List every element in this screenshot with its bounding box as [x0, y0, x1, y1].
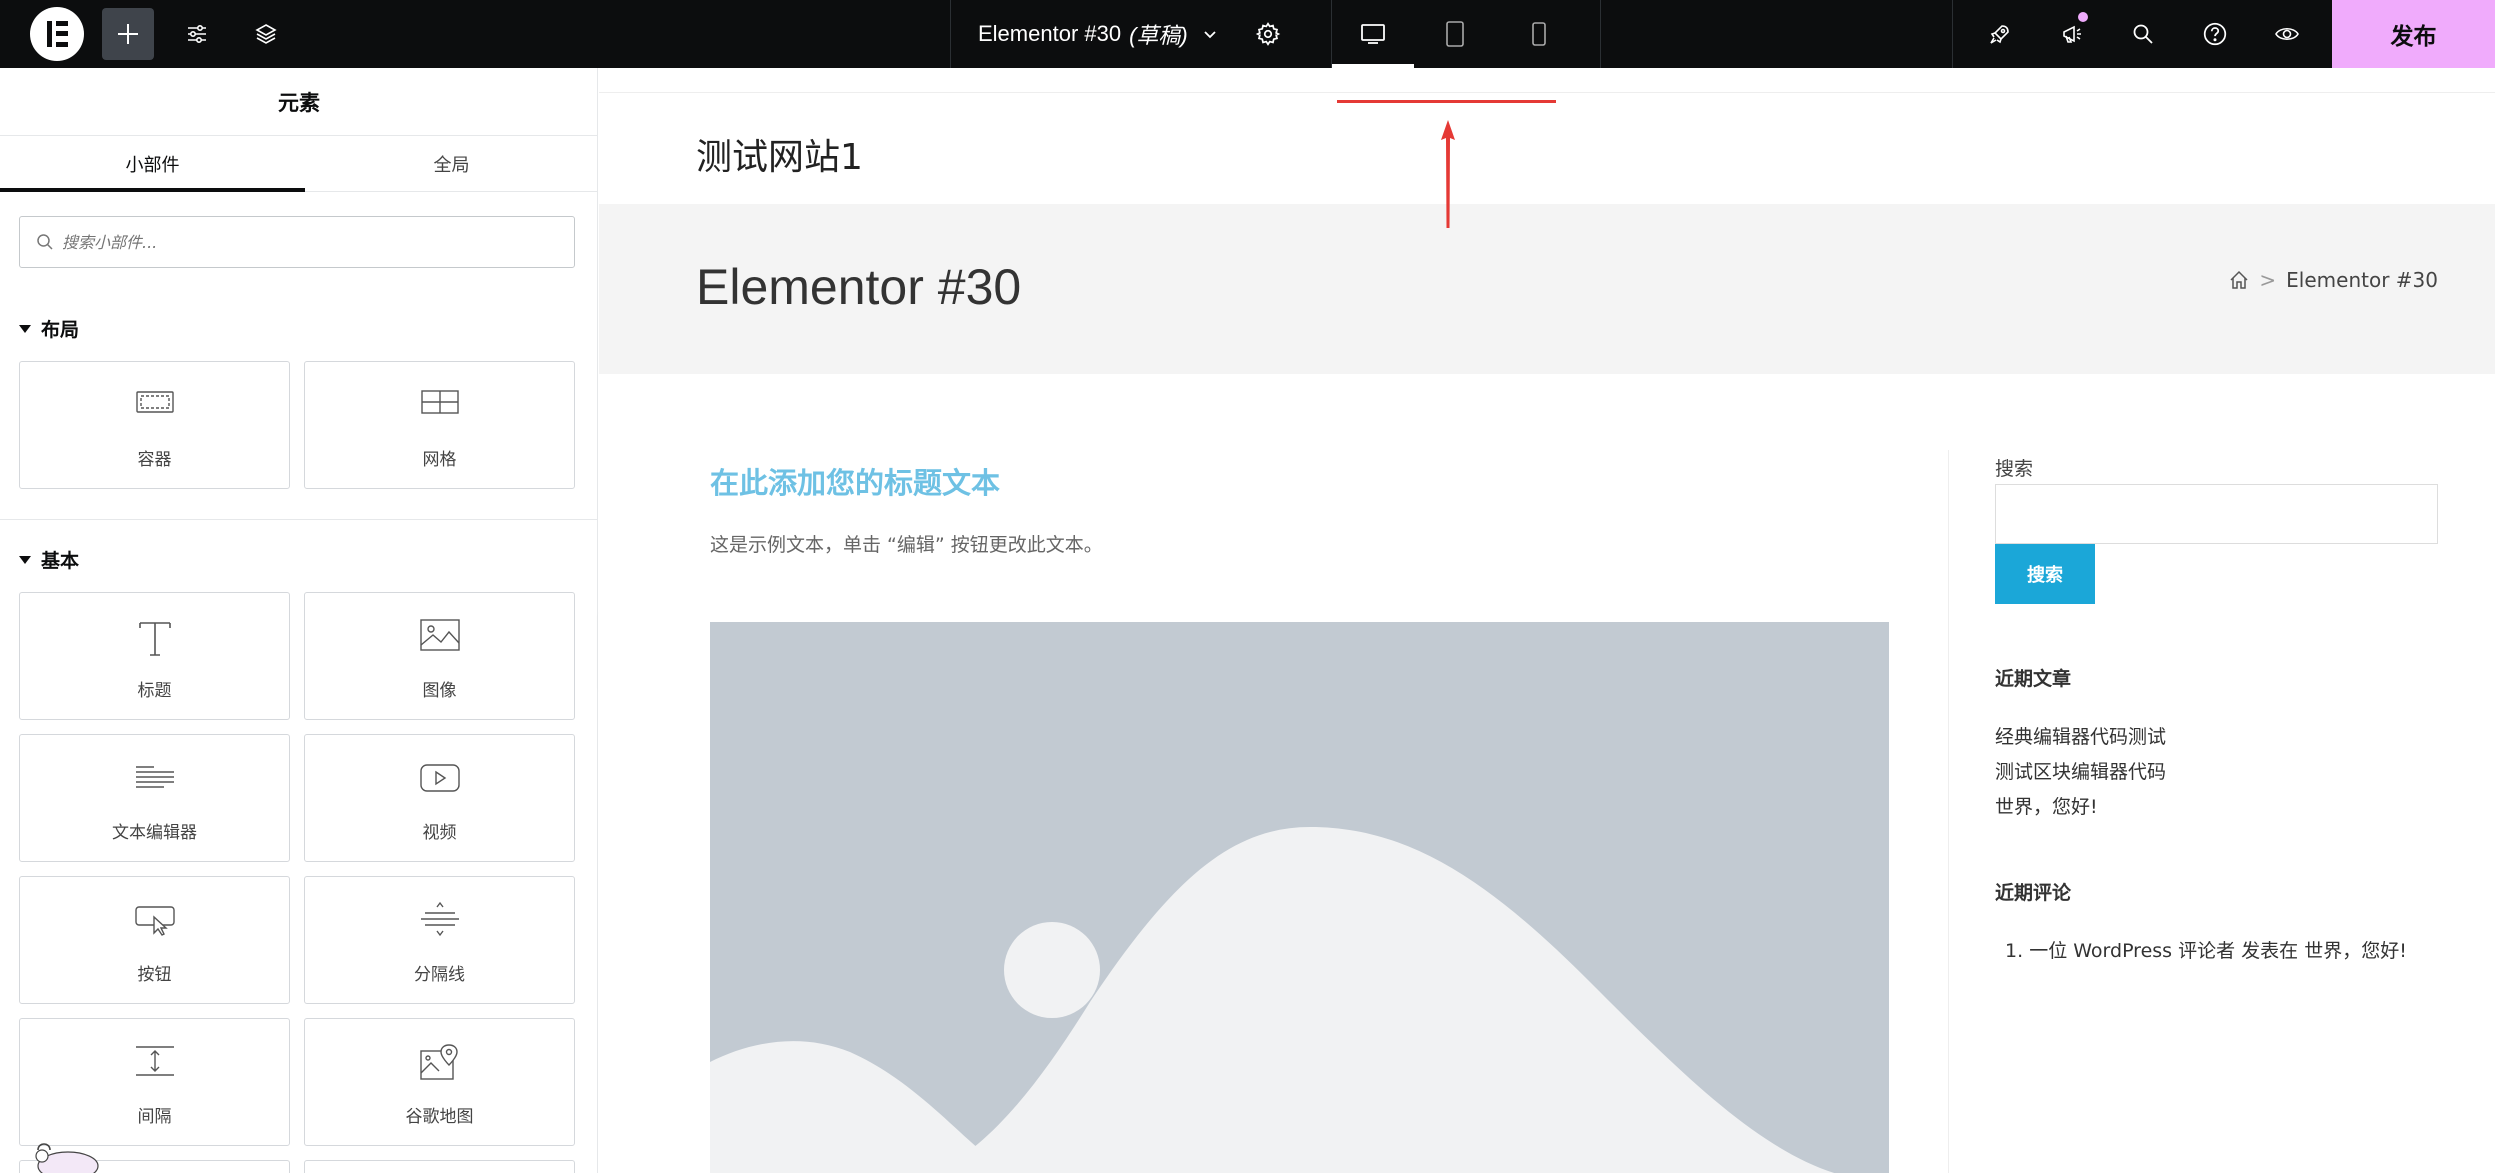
- container-icon: [136, 391, 174, 413]
- tab-widgets[interactable]: 小部件: [0, 136, 305, 192]
- image-icon: [420, 619, 460, 651]
- recent-comments-title: 近期评论: [1995, 882, 2072, 904]
- preview-canvas: 测试网站1 Elementor #30 > Elementor #30 在此添加…: [599, 68, 2495, 1173]
- comment-connector: 发表在: [2241, 940, 2299, 962]
- search-icon[interactable]: [2118, 0, 2168, 68]
- mascot-illustration-icon: [35, 1143, 99, 1173]
- sidebar-search-button[interactable]: 搜索: [1995, 544, 2095, 604]
- breadcrumb-separator: >: [2259, 268, 2277, 292]
- category-divider: [0, 519, 597, 520]
- caret-down-icon: [19, 324, 31, 333]
- elementor-logo-icon[interactable]: [30, 7, 84, 61]
- search-icon: [37, 234, 53, 250]
- preview-eye-icon[interactable]: [2262, 0, 2312, 68]
- widget-next-row[interactable]: [304, 1160, 575, 1173]
- notification-dot: [2078, 12, 2088, 22]
- breadcrumb: > Elementor #30: [2229, 268, 2438, 292]
- widget-label: 标题: [137, 681, 172, 701]
- document-title[interactable]: Elementor #30 (草稿): [978, 0, 1218, 68]
- header-divider: [599, 92, 2495, 93]
- spacer-icon: [136, 1046, 174, 1076]
- category-label: 布局: [41, 319, 80, 341]
- comment-post-link[interactable]: 世界，您好!: [2304, 940, 2407, 962]
- recent-post-link[interactable]: 测试区块编辑器代码: [1995, 757, 2166, 784]
- widget-label: 网格: [422, 450, 457, 470]
- annotation-arrow-icon: [1441, 120, 1455, 228]
- sidebar-search-input[interactable]: [1995, 484, 2438, 544]
- widget-google-maps[interactable]: 谷歌地图: [304, 1018, 575, 1146]
- comment-number: 1.: [2005, 940, 2024, 962]
- widget-search-field[interactable]: [19, 216, 575, 268]
- elements-panel: 元素 小部件 全局 布局 容器 网格 基本 标题 图像 文本编辑器 视频: [0, 68, 598, 1173]
- text-editor-icon: [136, 766, 174, 788]
- category-layout[interactable]: 布局: [19, 315, 79, 342]
- divider-icon: [421, 901, 459, 937]
- annotation-underline: [1337, 100, 1556, 103]
- map-icon: [420, 1044, 458, 1080]
- page-title: Elementor #30: [696, 259, 1022, 315]
- add-element-button[interactable]: [102, 8, 154, 60]
- desktop-view-icon[interactable]: [1332, 0, 1414, 68]
- widget-label: 分隔线: [414, 965, 465, 985]
- site-settings-sliders-icon[interactable]: [172, 0, 222, 68]
- widget-container[interactable]: 容器: [19, 361, 290, 489]
- widget-label: 视频: [422, 823, 457, 843]
- widget-divider[interactable]: 分隔线: [304, 876, 575, 1004]
- document-status: (草稿): [1129, 23, 1188, 48]
- widget-label: 文本编辑器: [112, 823, 197, 843]
- post-heading[interactable]: 在此添加您的标题文本: [710, 460, 1000, 502]
- placeholder-image-icon: [710, 827, 1835, 1173]
- document-name: Elementor #30: [978, 21, 1122, 46]
- widget-label: 容器: [137, 450, 172, 470]
- caret-down-icon: [19, 555, 31, 564]
- category-label: 基本: [41, 550, 80, 572]
- grid-icon: [421, 390, 459, 414]
- page-settings-gear-icon[interactable]: [1243, 0, 1293, 68]
- help-icon[interactable]: [2190, 0, 2240, 68]
- panel-title: 元素: [0, 68, 597, 136]
- top-bar: Elementor #30 (草稿) 发布: [0, 0, 2495, 68]
- image-placeholder[interactable]: [710, 622, 1889, 1173]
- tab-global[interactable]: 全局: [305, 136, 597, 192]
- mobile-view-icon[interactable]: [1498, 0, 1580, 68]
- home-icon[interactable]: [2229, 270, 2249, 290]
- widget-grid[interactable]: 网格: [304, 361, 575, 489]
- video-icon: [420, 764, 460, 792]
- tablet-view-icon[interactable]: [1414, 0, 1496, 68]
- widget-label: 谷歌地图: [405, 1107, 474, 1127]
- widget-button[interactable]: 按钮: [19, 876, 290, 1004]
- heading-icon: [139, 622, 171, 656]
- widget-text-editor[interactable]: 文本编辑器: [19, 734, 290, 862]
- widget-video[interactable]: 视频: [304, 734, 575, 862]
- recent-post-link[interactable]: 经典编辑器代码测试: [1995, 722, 2166, 749]
- sidebar-divider: [1948, 450, 1949, 1173]
- active-tab-indicator: [0, 188, 305, 192]
- structure-layers-icon[interactable]: [241, 0, 291, 68]
- widget-spacer[interactable]: 间隔: [19, 1018, 290, 1146]
- recent-post-link[interactable]: 世界，您好!: [1995, 792, 2098, 819]
- recent-posts-title: 近期文章: [1995, 668, 2072, 690]
- breadcrumb-current: Elementor #30: [2286, 268, 2438, 292]
- chevron-down-icon: [1204, 31, 1216, 39]
- comment-author-link[interactable]: 一位 WordPress 评论者: [2029, 940, 2235, 962]
- site-title[interactable]: 测试网站1: [696, 128, 863, 180]
- widget-label: 按钮: [137, 965, 172, 985]
- whats-new-megaphone-icon[interactable]: [2047, 0, 2097, 68]
- widget-search-input[interactable]: [62, 222, 542, 262]
- button-icon: [135, 906, 175, 936]
- sidebar-search-label: 搜索: [1995, 458, 2034, 480]
- recent-comment-item: 1. 一位 WordPress 评论者 发表在 世界，您好!: [2005, 936, 2407, 963]
- rocket-icon[interactable]: [1975, 0, 2025, 68]
- post-text[interactable]: 这是示例文本，单击 “编辑” 按钮更改此文本。: [710, 530, 1103, 557]
- widget-heading[interactable]: 标题: [19, 592, 290, 720]
- widget-label: 间隔: [137, 1107, 172, 1127]
- category-basic[interactable]: 基本: [19, 546, 79, 573]
- widget-image[interactable]: 图像: [304, 592, 575, 720]
- publish-button[interactable]: 发布: [2332, 0, 2495, 68]
- widget-label: 图像: [422, 681, 457, 701]
